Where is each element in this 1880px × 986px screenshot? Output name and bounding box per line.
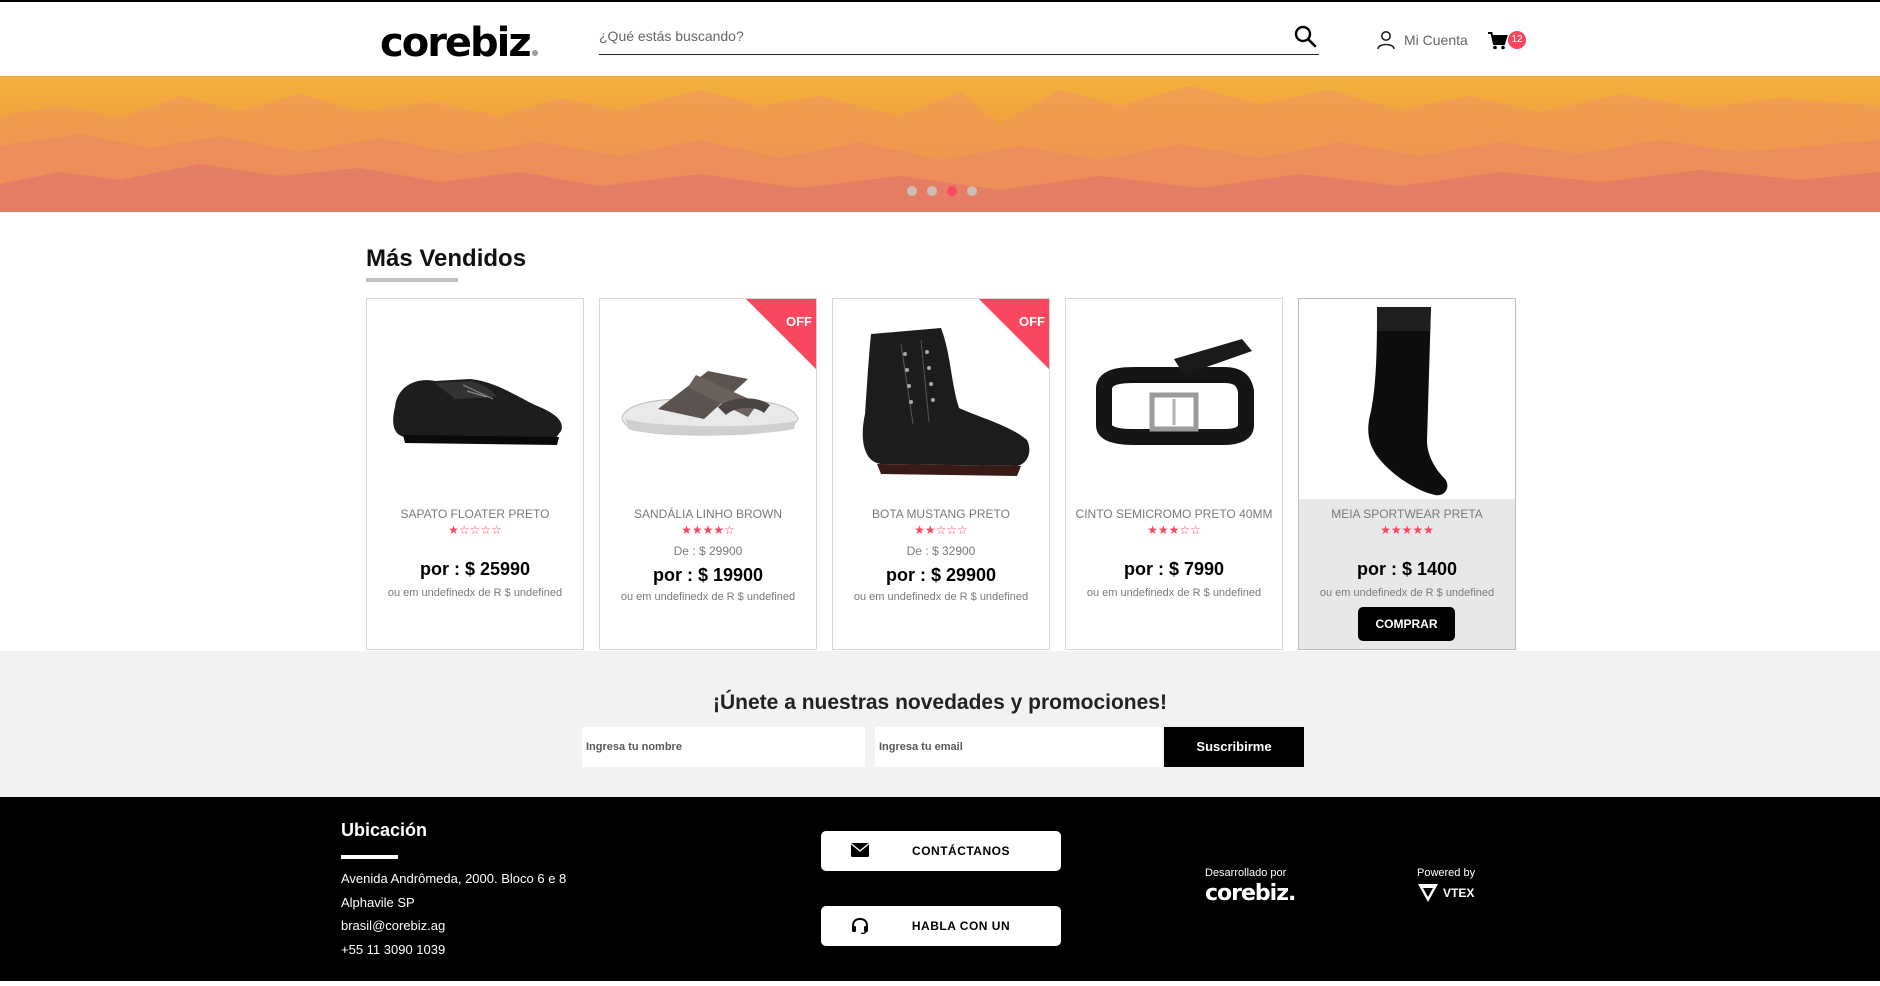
product-price: por : $ 1400 [1356, 559, 1458, 579]
product-price: por : $ 19900 [652, 565, 764, 585]
email-link[interactable]: brasil@corebiz.ag [341, 918, 445, 933]
list-price: De : $ 29900 [673, 544, 743, 558]
phone-link[interactable]: +55 11 3090 1039 [341, 942, 445, 957]
carousel-dots [907, 186, 977, 196]
site-header: corebiz Mi Cuenta 12 [0, 0, 1880, 76]
product-shelf: SAPATO FLOATER PRETO ★☆☆☆☆ por : $ 25990… [366, 298, 1516, 650]
product-card[interactable]: OFF SANDÁLIA LINHO BROWN ★★★★☆ De : $ 29… [599, 298, 817, 650]
vtex-icon [1418, 884, 1438, 902]
product-name[interactable]: MEIA SPORTWEAR PRETA [1299, 507, 1515, 521]
product-name[interactable]: SAPATO FLOATER PRETO [367, 507, 583, 521]
address-line: Avenida Andrômeda, 2000. Bloco 6 e 8 [341, 871, 567, 886]
rating-stars: ★★☆☆☆ [914, 523, 968, 537]
product-card[interactable]: OFF BOTA MUSTANG PRETO ★★☆☆☆ De : $ 3290… [832, 298, 1050, 650]
product-name[interactable]: SANDÁLIA LINHO BROWN [600, 507, 816, 521]
product-card[interactable]: CINTO SEMICROMO PRETO 40MM ★★★☆☆ por : $… [1065, 298, 1283, 650]
location-underline [341, 855, 398, 859]
product-price: por : $ 7990 [1123, 559, 1225, 579]
newsletter-name-input[interactable] [582, 727, 865, 767]
product-name[interactable]: BOTA MUSTANG PRETO [833, 507, 1049, 521]
cart-icon [1488, 32, 1508, 50]
corebiz-logo[interactable]: corebiz [380, 20, 538, 66]
consultant-button[interactable]: HABLA CON UN CONSULTOR [821, 906, 1061, 973]
sock-image [1368, 307, 1448, 496]
carousel-dot-3[interactable] [947, 186, 957, 196]
search-input[interactable] [599, 20, 1259, 52]
account-label: Mi Cuenta [1404, 32, 1468, 48]
discount-corner [979, 299, 1049, 369]
discount-corner [746, 299, 816, 369]
installments-text: ou em undefinedx de R $ undefined [1086, 587, 1262, 599]
vtex-label: VTEX [1443, 886, 1475, 900]
rating-stars: ★★★☆☆ [1147, 523, 1201, 537]
installments-text: ou em undefinedx de R $ undefined [853, 591, 1029, 603]
site-footer: Ubicación Avenida Andrômeda, 2000. Bloco… [0, 797, 1880, 981]
installments-text: ou em undefinedx de R $ undefined [620, 591, 796, 603]
product-price: por : $ 25990 [419, 559, 531, 579]
corebiz-footer-logo[interactable]: corebiz. [1205, 881, 1296, 906]
product-card[interactable]: SAPATO FLOATER PRETO ★☆☆☆☆ por : $ 25990… [366, 298, 584, 650]
address-line: Alphavile SP [341, 895, 415, 910]
envelope-icon [851, 843, 869, 857]
product-name[interactable]: CINTO SEMICROMO PRETO 40MM [1066, 507, 1282, 521]
product-card[interactable]: MEIA SPORTWEAR PRETA ★★★★★ por : $ 1400 … [1298, 298, 1516, 650]
headset-icon [852, 918, 868, 934]
hero-banner[interactable] [0, 76, 1880, 212]
carousel-dot-1[interactable] [907, 186, 917, 196]
cart-button[interactable]: 12 [1488, 30, 1528, 54]
newsletter-section: ¡Únete a nuestras novedades y promocione… [0, 651, 1880, 797]
installments-text: ou em undefinedx de R $ undefined [1319, 587, 1495, 599]
list-price: De : $ 32900 [906, 544, 976, 558]
carousel-dot-4[interactable] [967, 186, 977, 196]
rating-stars: ★★★★★ [1380, 523, 1434, 537]
consultant-button-label: HABLA CON UN CONSULTOR [911, 919, 1011, 973]
newsletter-email-input[interactable] [875, 727, 1162, 767]
vtex-logo[interactable]: VTEX [1417, 883, 1474, 903]
product-image[interactable] [1299, 299, 1515, 499]
location-title: Ubicación [341, 820, 428, 840]
off-badge: OFF [786, 314, 812, 329]
logo-dot [531, 50, 538, 56]
user-icon [1377, 31, 1395, 50]
contact-button[interactable]: CONTÁCTANOS [821, 831, 1061, 871]
shoe-image [393, 379, 562, 445]
rating-stars: ★★★★☆ [681, 523, 735, 537]
developed-by-label: Desarrollado por [1205, 867, 1287, 879]
product-image[interactable] [1066, 299, 1282, 499]
search-icon[interactable] [1293, 24, 1317, 48]
contact-button-label: CONTÁCTANOS [912, 844, 1010, 858]
rating-stars: ★☆☆☆☆ [448, 523, 502, 537]
buy-button[interactable]: COMPRAR [1358, 607, 1455, 641]
search-bar [599, 20, 1319, 55]
newsletter-title: ¡Únete a nuestras novedades y promocione… [713, 691, 1167, 714]
installments-text: ou em undefinedx de R $ undefined [387, 587, 563, 599]
account-link[interactable]: Mi Cuenta [1376, 30, 1468, 50]
product-image[interactable] [367, 299, 583, 499]
subscribe-button[interactable]: Suscribirme [1164, 727, 1304, 767]
belt-image [1096, 339, 1254, 445]
cart-count-badge: 12 [1508, 31, 1526, 49]
powered-by-label: Powered by [1417, 867, 1476, 879]
section-title: Más Vendidos [366, 245, 527, 272]
carousel-dot-2[interactable] [927, 186, 937, 196]
product-price: por : $ 29900 [885, 565, 997, 585]
title-underline [366, 278, 458, 282]
off-badge: OFF [1019, 314, 1045, 329]
